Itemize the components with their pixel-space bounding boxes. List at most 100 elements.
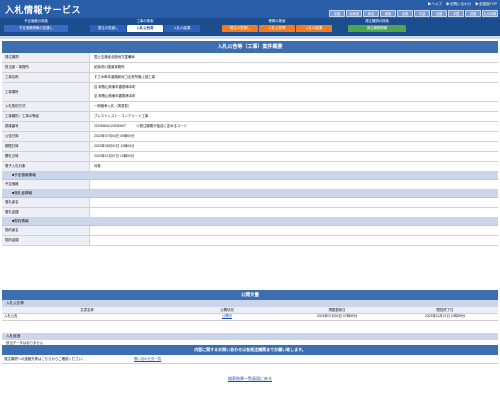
- contact-title: 内容に関するお問い合わせは各発注機関までお願い致します。: [2, 345, 498, 355]
- detail-row: 期限日時 2023年08月01日 12時00分: [2, 142, 498, 152]
- nav-tab-service-notice[interactable]: 入札公告等: [259, 25, 295, 32]
- row-value: 20230606123030007 ※発注機関が独自に定めるコード: [94, 124, 188, 128]
- row-value: [90, 226, 498, 235]
- row-label: 予定価格: [2, 180, 90, 189]
- row-label: 開札日時: [2, 152, 90, 161]
- row-value: プレストレスト・コンクリート工事: [94, 114, 149, 118]
- region-tab[interactable]: 関東: [380, 10, 396, 17]
- row-value: 至 和歌山県東牟婁郡串本町: [94, 94, 136, 98]
- doc-updated: 2023年07月04日 07時59分: [316, 314, 358, 318]
- row-value: 一般競争入札（简易型）: [94, 104, 132, 108]
- row-value: [90, 236, 498, 245]
- row-label: 調達番号: [2, 122, 90, 131]
- detail-row: 工事種別／工事の等級 プレストレスト・コンクリート工事: [2, 112, 498, 122]
- detail-row: 落札金額: [2, 208, 498, 218]
- nav-group-estimate: 予定価格の検索 予定価格情報の見通し: [4, 19, 68, 32]
- row-value: [90, 180, 498, 189]
- detail-row: 工事名称 すさみ串本道路和深ゴ出来所機上部工事: [2, 73, 498, 83]
- row-value: 2023年08月01日 12時00分: [94, 144, 135, 148]
- row-label: 工事場所: [2, 83, 90, 101]
- nav-tab-construction-result[interactable]: 入札の結果: [164, 25, 200, 32]
- region-tabs: 全国 北海道 東北 関東 北陸 中部 近畿 中国 四国 九州沖縄: [329, 10, 498, 17]
- detail-row: 担当部・事務所 紀南河川国道事務所: [2, 63, 498, 73]
- doc-end: 2023年11月21日 23時59分: [424, 314, 466, 318]
- region-tab[interactable]: 近畿: [431, 10, 447, 17]
- row-value: 対象: [94, 164, 101, 168]
- nav-tab-agency-info[interactable]: 発注機関情報: [348, 25, 406, 32]
- nav-tab-construction-notice[interactable]: 入札公告等: [127, 25, 163, 32]
- section-header-estimate: ■予定価格情報: [2, 172, 498, 180]
- detail-title: 入札公告等（工事）案件概要: [2, 41, 498, 53]
- site-header: 入札情報サービス ▶ヘルプ ▶お問い合わせ ▶全国版TOP 全国 北海道 東北 …: [0, 0, 500, 18]
- row-value: 2023年11月07日 13時00分: [94, 154, 135, 158]
- help-link[interactable]: ▶ヘルプ: [428, 2, 442, 7]
- detail-row: 発注機関 国土交通省北陸地方整備局: [2, 53, 498, 63]
- row-label: 落札者名: [2, 198, 90, 207]
- detail-row: 入札契約方式 一般競争入札（简易型）: [2, 102, 498, 112]
- table-row: 入札公告 公開中 2023年07月04日 07時59分 2023年11月21日 …: [2, 313, 498, 321]
- nav-group-title: 予定価格の検索: [24, 19, 48, 23]
- row-label: 落札金額: [2, 208, 90, 217]
- detail-row: 開札日時 2023年11月07日 13時00分: [2, 152, 498, 162]
- row-label: 発注機関: [2, 53, 90, 62]
- region-tab[interactable]: 北海道: [346, 10, 362, 17]
- row-value: 自 和歌山県東牟婁郡串本町: [94, 85, 136, 89]
- row-label: 期限日時: [2, 142, 90, 151]
- row-label: 契約者名: [2, 226, 90, 235]
- row-label: 工事名称: [2, 73, 90, 82]
- region-tab[interactable]: 東北: [363, 10, 379, 17]
- detail-row: 電子入札対象 対象: [2, 162, 498, 172]
- national-top-link[interactable]: ▶全国版TOP: [475, 2, 497, 7]
- row-value: すさみ串本道路和深ゴ出来所機上部工事: [94, 75, 156, 79]
- header-links: ▶ヘルプ ▶お問い合わせ ▶全国版TOP: [428, 2, 497, 7]
- row-value: [90, 208, 498, 217]
- nav-tab-construction-outlook[interactable]: 発注の見通し: [90, 25, 126, 32]
- region-tab[interactable]: 全国: [329, 10, 345, 17]
- contact-text: 発注機関への連絡先等はこちらからご確認ください。: [4, 357, 86, 361]
- nav-tab-service-outlook[interactable]: 発注の見通し: [222, 25, 258, 32]
- main-nav: 予定価格の検索 予定価格情報の見通し 工事の検索 発注の見通し 入札公告等 入札…: [0, 18, 500, 36]
- doc-name: 入札公告: [4, 314, 18, 318]
- row-value: [90, 198, 498, 207]
- section-header-winner: ■落札者情報: [2, 190, 498, 198]
- detail-row: 工事場所自 和歌山県東牟婁郡串本町至 和歌山県東牟婁郡串本町: [2, 83, 498, 102]
- row-label: 公告日時: [2, 132, 90, 141]
- nav-divider: [0, 36, 500, 39]
- nav-group-title: 発注機関の検索: [365, 19, 389, 23]
- contact-list-link[interactable]: 問い合わせ先一覧: [134, 355, 161, 363]
- docs-subtitle: 入札公告等: [2, 300, 498, 307]
- row-label: 入札契約方式: [2, 102, 90, 111]
- back-to-results-link[interactable]: 検索結果一覧画面に戻る: [0, 376, 500, 382]
- row-label: 担当部・事務所: [2, 63, 90, 72]
- detail-row: 契約金額: [2, 236, 498, 246]
- row-value: 2023年07月04日 00時00分: [94, 134, 135, 138]
- docs-title: 公開文書: [2, 290, 498, 300]
- region-tab[interactable]: 四国: [465, 10, 481, 17]
- detail-row: 調達番号 20230606123030007 ※発注機関が独自に定めるコード: [2, 122, 498, 132]
- contact-link[interactable]: ▶お問い合わせ: [446, 2, 471, 7]
- region-tab[interactable]: 中国: [448, 10, 464, 17]
- row-label: 契約金額: [2, 236, 90, 245]
- result-title: 入札経過: [2, 333, 498, 340]
- nav-tab-estimate-outlook[interactable]: 予定価格情報の見通し: [4, 25, 68, 32]
- detail-row: 予定価格: [2, 180, 498, 190]
- site-logo[interactable]: 入札情報サービス: [5, 3, 81, 16]
- row-value: 紀南河川国道事務所: [94, 65, 125, 69]
- nav-group-title: 業務の検索: [268, 19, 286, 23]
- region-tab[interactable]: 九州沖縄: [482, 10, 498, 17]
- nav-group-construction: 工事の検索 発注の見通し 入札公告等 入札の結果: [90, 19, 200, 32]
- contact-row: 発注機関への連絡先等はこちらからご確認ください。 問い合わせ先一覧: [2, 355, 498, 364]
- row-label: 電子入札対象: [2, 162, 90, 171]
- nav-group-service: 業務の検索 発注の見通し 入札公告等 入札の結果: [222, 19, 332, 32]
- row-label: 工事種別／工事の等級: [2, 112, 90, 121]
- nav-tab-service-result[interactable]: 入札の結果: [296, 25, 332, 32]
- detail-table: 発注機関 国土交通省北陸地方整備局 担当部・事務所 紀南河川国道事務所 工事名称 すさ…: [2, 53, 498, 246]
- region-tab[interactable]: 中部: [414, 10, 430, 17]
- doc-status-link[interactable]: 公開中: [172, 313, 282, 320]
- detail-row: 落札者名: [2, 198, 498, 208]
- region-tab[interactable]: 北陸: [397, 10, 413, 17]
- detail-row: 契約者名: [2, 226, 498, 236]
- detail-row: 公告日時 2023年07月04日 00時00分: [2, 132, 498, 142]
- nav-group-title: 工事の検索: [136, 19, 154, 23]
- nav-group-agency: 発注機関の検索 発注機関情報: [348, 19, 406, 32]
